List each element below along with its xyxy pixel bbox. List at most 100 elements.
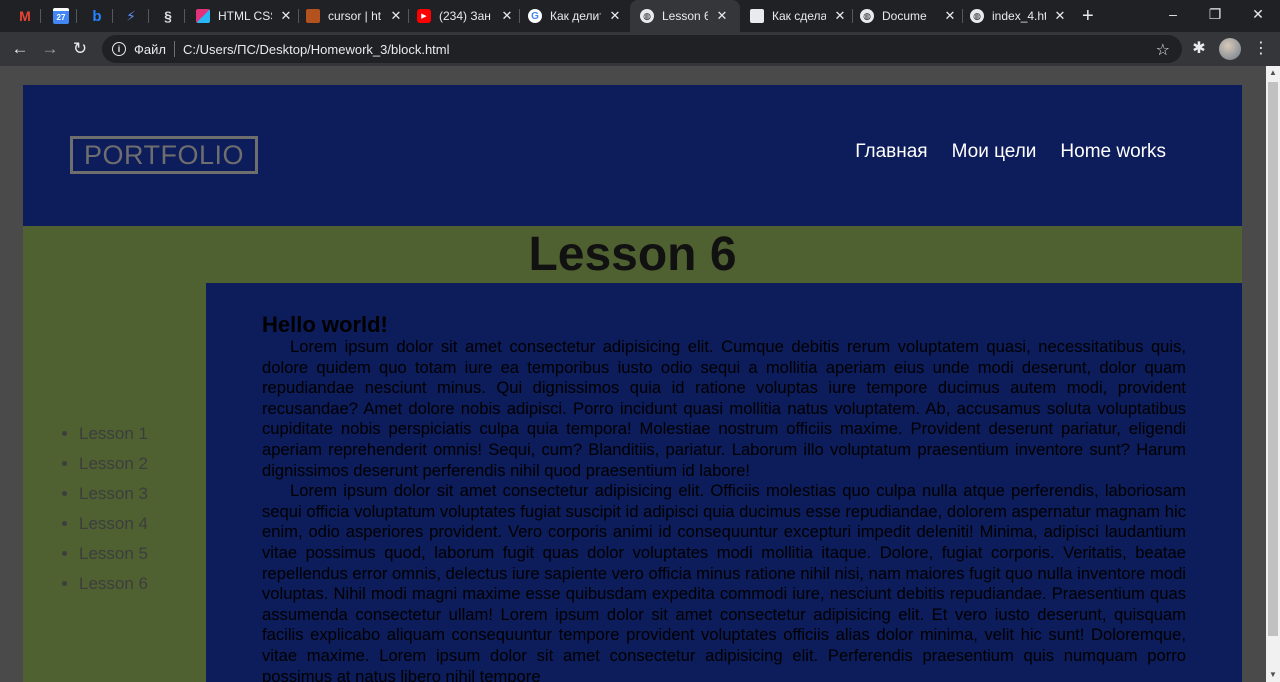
tab-separator xyxy=(298,9,299,23)
tab-lesson-6[interactable]: ◍ Lesson 6 ✕ xyxy=(630,0,740,32)
forward-button[interactable]: → xyxy=(38,37,62,61)
google-icon: G xyxy=(528,9,542,23)
content-heading: Hello world! xyxy=(262,312,388,337)
close-tab-icon[interactable]: ✕ xyxy=(499,8,515,24)
close-tab-icon[interactable]: ✕ xyxy=(832,8,848,24)
reload-icon: ↻ xyxy=(72,39,88,58)
tab-title: (234) Зан xyxy=(439,9,491,23)
nav-link-home-works[interactable]: Home works xyxy=(1060,141,1166,163)
menu-button[interactable]: ⋮ xyxy=(1250,38,1272,58)
tab-separator xyxy=(852,9,853,23)
tab-cursor[interactable]: cursor | ht ✕ xyxy=(306,4,404,28)
web-page: PORTFOLIO Главная Мои цели Home works Le… xyxy=(23,85,1242,682)
scroll-thumb[interactable] xyxy=(1268,82,1278,636)
sidebar: Lesson 1 Lesson 2 Lesson 3 Lesson 4 Less… xyxy=(23,283,206,682)
tab-separator xyxy=(76,9,77,23)
close-tab-icon[interactable]: ✕ xyxy=(388,8,404,24)
scroll-down-icon[interactable]: ▼ xyxy=(1266,668,1280,682)
pinned-tab-bolt[interactable]: ⚡ xyxy=(120,5,142,27)
tab-title: Как сдела xyxy=(772,9,826,23)
arrow-right-icon: → xyxy=(41,39,59,58)
tab-youtube[interactable]: ▶ (234) Зан ✕ xyxy=(417,4,515,28)
minimize-button[interactable]: – xyxy=(1163,6,1183,22)
puzzle-icon: ✱ xyxy=(1192,40,1206,57)
github-icon: § xyxy=(164,8,172,24)
sidebar-item-lesson-3[interactable]: Lesson 3 xyxy=(79,479,148,509)
info-icon[interactable]: i xyxy=(112,42,126,56)
globe-icon: ◍ xyxy=(970,9,984,23)
pinned-tab-gmail[interactable]: M xyxy=(14,5,36,27)
page-title: Lesson 6 xyxy=(528,228,737,281)
tab-title: index_4.ht xyxy=(992,9,1046,23)
gmail-icon: M xyxy=(19,8,31,24)
back-button[interactable]: ← xyxy=(8,37,32,61)
sidebar-item-lesson-5[interactable]: Lesson 5 xyxy=(79,539,148,569)
main-content: Hello world! Lorem ipsum dolor sit amet … xyxy=(206,283,1242,682)
nav-link-home[interactable]: Главная xyxy=(855,141,927,163)
browser-toolbar: ← → ↻ i Файл C:/Users/ПС/Desktop/Homewor… xyxy=(0,32,1280,66)
arrow-left-icon: ← xyxy=(11,39,29,58)
lesson-list: Lesson 1 Lesson 2 Lesson 3 Lesson 4 Less… xyxy=(79,419,148,599)
site-header: PORTFOLIO Главная Мои цели Home works xyxy=(23,85,1242,226)
reload-button[interactable]: ↻ xyxy=(68,37,92,61)
globe-icon: ◍ xyxy=(640,9,654,23)
globe-icon: ◍ xyxy=(860,9,874,23)
page-viewport: PORTFOLIO Главная Мои цели Home works Le… xyxy=(0,66,1266,682)
tab-title: Как делит xyxy=(550,9,601,23)
document-icon xyxy=(750,9,764,23)
tab-title: Lesson 6 xyxy=(662,9,708,23)
profile-avatar[interactable] xyxy=(1219,38,1241,60)
scroll-up-icon[interactable]: ▲ xyxy=(1266,66,1280,80)
sidebar-item-lesson-4[interactable]: Lesson 4 xyxy=(79,509,148,539)
tab-separator xyxy=(112,9,113,23)
restore-button[interactable]: ❐ xyxy=(1205,6,1225,23)
new-tab-button[interactable]: + xyxy=(1082,6,1094,26)
logo[interactable]: PORTFOLIO xyxy=(70,136,258,174)
sidebar-item-lesson-6[interactable]: Lesson 6 xyxy=(79,569,148,599)
close-window-button[interactable]: ✕ xyxy=(1248,6,1268,23)
pinned-tab-github[interactable]: § xyxy=(157,5,179,27)
extensions-button[interactable]: ✱ xyxy=(1188,38,1210,58)
tab-separator xyxy=(962,9,963,23)
content-paragraph: Lorem ipsum dolor sit amet consectetur a… xyxy=(262,481,1186,682)
youtube-icon: ▶ xyxy=(417,9,431,23)
url-text[interactable]: C:/Users/ПС/Desktop/Homework_3/block.htm… xyxy=(183,42,450,57)
tab-separator xyxy=(184,9,185,23)
close-tab-icon[interactable]: ✕ xyxy=(278,8,294,24)
pinned-tab-calendar[interactable]: 27 xyxy=(50,5,72,27)
close-tab-icon[interactable]: ✕ xyxy=(1052,8,1068,24)
scheme-label: Файл xyxy=(134,41,166,57)
tab-kak-sdelat[interactable]: Как сдела ✕ xyxy=(750,4,848,28)
star-icon[interactable]: ☆ xyxy=(1156,40,1170,60)
tab-title: cursor | ht xyxy=(328,9,382,23)
vertical-scrollbar[interactable]: ▲ ▼ xyxy=(1266,66,1280,682)
tab-google[interactable]: G Как делит ✕ xyxy=(528,4,623,28)
address-bar[interactable]: i Файл C:/Users/ПС/Desktop/Homework_3/bl… xyxy=(102,35,1182,63)
sidebar-item-lesson-1[interactable]: Lesson 1 xyxy=(79,419,148,449)
nav-link-goals[interactable]: Мои цели xyxy=(952,141,1037,163)
tab-title: HTML CSS xyxy=(218,9,272,23)
title-bar: Lesson 6 xyxy=(23,226,1242,283)
tab-index-4[interactable]: ◍ index_4.ht ✕ xyxy=(970,4,1068,28)
tab-separator xyxy=(148,9,149,23)
kebab-menu-icon: ⋮ xyxy=(1253,40,1269,57)
sidebar-item-lesson-2[interactable]: Lesson 2 xyxy=(79,449,148,479)
pinned-tab-bitbucket[interactable]: b xyxy=(86,5,108,27)
tab-document[interactable]: ◍ Docume ✕ xyxy=(860,4,958,28)
tab-separator xyxy=(40,9,41,23)
bitbucket-icon: b xyxy=(92,7,102,25)
cursor-favicon-icon xyxy=(306,9,320,23)
main-nav: Главная Мои цели Home works xyxy=(855,141,1166,163)
tab-separator xyxy=(519,9,520,23)
content-paragraph: Lorem ipsum dolor sit amet consectetur a… xyxy=(262,337,1186,480)
calendar-icon: 27 xyxy=(53,8,69,24)
close-tab-icon[interactable]: ✕ xyxy=(942,8,958,24)
tab-html-css[interactable]: HTML CSS ✕ xyxy=(196,4,294,28)
tab-title: Docume xyxy=(882,9,927,23)
tab-separator xyxy=(408,9,409,23)
close-tab-icon[interactable]: ✕ xyxy=(607,8,623,24)
browser-tab-strip: M 27 b ⚡ § HTML CSS ✕ cursor | ht ✕ ▶ (2… xyxy=(0,0,1280,32)
close-tab-icon[interactable]: ✕ xyxy=(714,8,730,24)
html-css-favicon-icon xyxy=(196,9,210,23)
bolt-icon: ⚡ xyxy=(126,7,136,24)
